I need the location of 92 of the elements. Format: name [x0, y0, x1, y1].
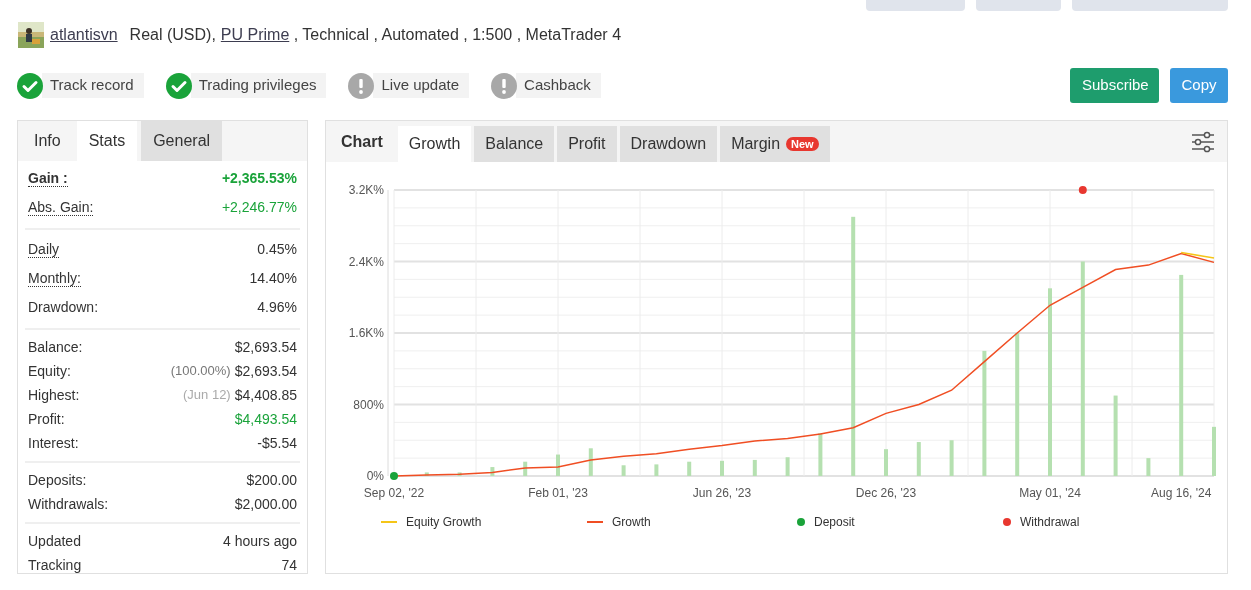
bar — [424, 472, 429, 476]
panel-header: Info — [33, 131, 62, 151]
stat-label: Profit: — [28, 409, 65, 429]
bar — [1212, 426, 1216, 476]
exclamation-icon — [348, 72, 375, 99]
stat-value: +2,365.53% — [221, 169, 297, 188]
bar — [523, 461, 528, 476]
data-point — [1078, 186, 1087, 194]
data-point — [390, 472, 398, 480]
bar — [785, 457, 790, 476]
bar — [884, 449, 888, 476]
axis-label: Feb 01, '23 — [528, 486, 588, 500]
bar — [916, 442, 921, 476]
stat-label: Withdrawals: — [28, 494, 109, 514]
new-badge: New — [786, 137, 819, 151]
stat-value: +2,246.77% — [221, 198, 297, 217]
tab[interactable]: General — [141, 121, 223, 161]
stat-value: $2,000.00 — [234, 494, 297, 514]
account-type: Real (USD), — [129, 25, 216, 45]
stat-value: 4 hours ago — [223, 531, 297, 551]
status-badge: Track record — [42, 73, 144, 98]
axis-label: 2.4K% — [348, 254, 384, 269]
stat-label: Highest: — [28, 385, 80, 405]
status-badge: Trading privileges — [190, 73, 327, 98]
stat-value: $2,693.54 — [234, 361, 297, 381]
bar — [621, 465, 626, 476]
tab[interactable]: Balance — [474, 126, 555, 162]
legend-label[interactable]: Growth — [612, 513, 651, 531]
axis-label: Sep 02, '22 — [363, 486, 425, 500]
exclamation-icon — [491, 72, 518, 99]
status-badge: Cashback — [516, 73, 601, 98]
stat-label: Drawdown: — [28, 298, 99, 317]
stat-value: 14.40% — [249, 269, 297, 288]
bar — [720, 460, 724, 476]
stat-label: Equity: — [28, 361, 71, 381]
bar — [588, 448, 593, 476]
stat-value: 0.45% — [257, 240, 297, 259]
axis-label: Aug 16, '24 — [1151, 486, 1212, 500]
stat-label: Interest: — [28, 433, 79, 453]
button[interactable] — [976, 0, 1061, 11]
bar — [457, 472, 462, 476]
axis-label: 1.6K% — [348, 326, 384, 340]
axis-label: Jun 26, '23 — [692, 486, 752, 500]
tab[interactable]: Stats — [76, 121, 138, 161]
stat-label: Balance: — [28, 337, 83, 357]
stat-label: Monthly: — [28, 270, 81, 287]
panel-header: Chart — [340, 132, 384, 152]
stat-label: Gain : — [28, 170, 68, 187]
stat-label: Daily — [28, 241, 60, 258]
button[interactable] — [1072, 0, 1228, 11]
bar — [818, 433, 823, 476]
stat-note: (Jun 12) — [183, 386, 231, 405]
bar — [752, 459, 757, 476]
tab[interactable]: Drawdown — [619, 126, 718, 162]
stat-value: -$5.54 — [257, 433, 297, 453]
stat-value: $2,693.54 — [234, 337, 297, 357]
stat-note: (100.00%) — [170, 362, 231, 381]
stat-value: $200.00 — [246, 470, 297, 490]
tab[interactable]: Profit — [557, 126, 617, 162]
equity-growth-line — [1180, 251, 1215, 259]
button[interactable] — [866, 0, 965, 11]
axis-label: Dec 26, '23 — [855, 486, 917, 500]
legend-label[interactable]: Equity Growth — [406, 513, 482, 531]
stat-label: Deposits: — [28, 470, 87, 490]
bar — [654, 464, 659, 476]
legend-label[interactable]: Withdrawal — [1020, 513, 1080, 531]
bar — [556, 454, 560, 476]
stat-value: 74 — [281, 555, 297, 575]
stat-label: Updated — [28, 531, 81, 551]
tab[interactable]: Margin New — [720, 126, 830, 162]
account-details: , Technical , Automated , 1:500 , MetaTrader 4 — [292, 25, 622, 45]
stat-value: $4,408.85 — [234, 385, 297, 405]
legend-label[interactable]: Deposit — [814, 513, 855, 531]
check-icon — [165, 72, 192, 99]
stat-value: $4,493.54 — [234, 409, 297, 429]
status-badge: Live update — [373, 73, 470, 98]
axis-label: May 01, '24 — [1019, 486, 1081, 500]
tab[interactable]: Growth — [397, 126, 472, 162]
username-link[interactable]: atlantisvn — [50, 23, 118, 47]
broker-link[interactable]: PU Prime — [220, 23, 290, 47]
stat-value: 4.96% — [257, 298, 297, 317]
bar — [687, 461, 692, 476]
check-icon — [17, 72, 43, 99]
axis-label: 0% — [366, 469, 384, 483]
stat-label: Tracking — [28, 555, 82, 575]
settings-icon[interactable] — [1191, 130, 1215, 153]
stat-label: Abs. Gain: — [28, 199, 94, 216]
bar — [490, 467, 495, 476]
axis-label: 800% — [353, 397, 384, 412]
bar — [1146, 458, 1151, 476]
bar — [949, 440, 954, 476]
axis-label: 3.2K% — [348, 183, 384, 197]
